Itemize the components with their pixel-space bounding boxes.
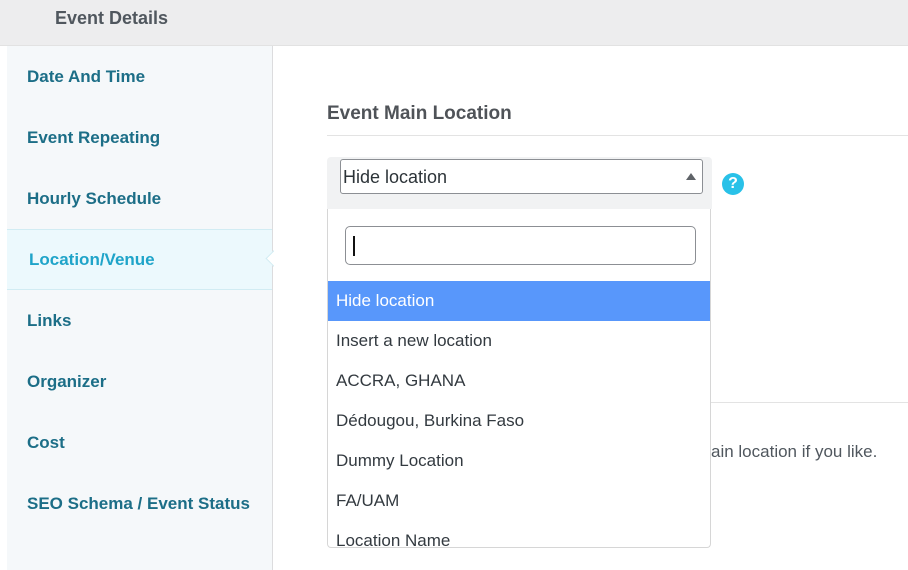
- option-insert-new-location[interactable]: Insert a new location: [328, 321, 710, 361]
- sidebar-item-seo-schema[interactable]: SEO Schema / Event Status: [7, 473, 272, 534]
- location-select-value: Hide location: [343, 167, 448, 187]
- location-options-list[interactable]: Hide location Insert a new location ACCR…: [328, 281, 710, 547]
- header-bar: Event Details: [0, 0, 908, 46]
- option-dummy-location[interactable]: Dummy Location: [328, 441, 710, 481]
- sidebar-item-event-repeating[interactable]: Event Repeating: [7, 107, 272, 168]
- sidebar-item-hourly-schedule[interactable]: Hourly Schedule: [7, 168, 272, 229]
- location-dropdown: Hide location Insert a new location ACCR…: [327, 209, 711, 548]
- location-select-container: Hide location: [327, 157, 712, 209]
- divider: [327, 135, 908, 136]
- chevron-up-icon: [686, 173, 696, 180]
- text-cursor: [353, 236, 355, 256]
- option-accra-ghana[interactable]: ACCRA, GHANA: [328, 361, 710, 401]
- location-select[interactable]: Hide location: [340, 159, 703, 194]
- option-hide-location[interactable]: Hide location: [328, 281, 710, 321]
- option-fa-uam[interactable]: FA/UAM: [328, 481, 710, 521]
- sidebar-item-date-and-time[interactable]: Date And Time: [7, 46, 272, 107]
- location-hint-text: ain location if you like.: [711, 442, 878, 461]
- sidebar-item-location-venue[interactable]: Location/Venue: [7, 229, 272, 290]
- section-title: Event Main Location: [327, 103, 512, 124]
- location-search-input[interactable]: [345, 226, 696, 265]
- page-title: Event Details: [55, 8, 169, 28]
- option-location-name[interactable]: Location Name: [328, 521, 710, 547]
- divider: [711, 402, 908, 403]
- sidebar: Date And Time Event Repeating Hourly Sch…: [7, 46, 290, 570]
- option-dedougou-burkina-faso[interactable]: Dédougou, Burkina Faso: [328, 401, 710, 441]
- sidebar-item-organizer[interactable]: Organizer: [7, 351, 272, 412]
- sidebar-item-cost[interactable]: Cost: [7, 412, 272, 473]
- sidebar-item-links[interactable]: Links: [7, 290, 272, 351]
- question-circle-icon[interactable]: ?: [722, 173, 744, 195]
